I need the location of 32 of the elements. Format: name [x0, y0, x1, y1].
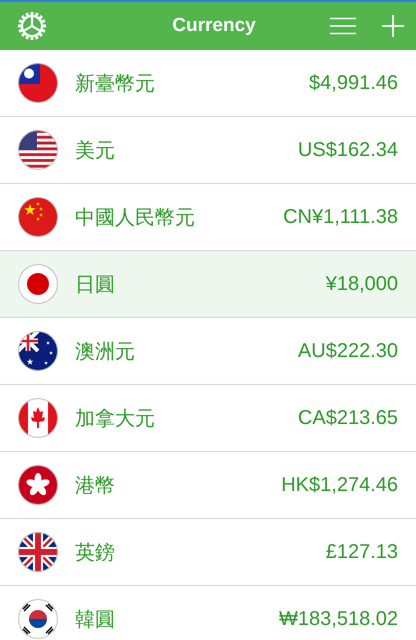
currency-amount: $4,991.46 [309, 72, 398, 94]
currency-name: 新臺幣元 [75, 72, 156, 96]
currency-name: 美元 [75, 138, 116, 164]
flag-icon [18, 599, 58, 639]
flag-icon [18, 130, 58, 170]
currency-name: 韓圓 [75, 608, 116, 632]
flag-icon [18, 197, 58, 237]
currency-amount: US$162.34 [298, 138, 398, 162]
header-title: Currency [171, 15, 257, 37]
flag-icon [18, 63, 58, 103]
currency-name: 加拿大元 [75, 406, 156, 432]
flag-icon [18, 465, 58, 505]
currency-name: 日圓 [75, 272, 116, 298]
currency-name: 港幣 [75, 474, 116, 498]
add-icon[interactable] [382, 15, 404, 37]
currency-amount: CA$213.65 [298, 406, 398, 430]
currency-amount: ¥18,000 [326, 272, 398, 296]
currency-name: 中國人民幣元 [75, 206, 196, 230]
currency-amount: ₩183,518.02 [279, 608, 398, 630]
currency-name: 澳洲元 [75, 340, 136, 364]
currency-name: 英鎊 [75, 540, 116, 566]
menu-icon[interactable] [330, 17, 356, 35]
settings-icon[interactable] [16, 10, 48, 42]
flag-icon [18, 398, 58, 438]
currency-row[interactable]: 日圓 ¥18,000 [0, 251, 416, 318]
currency-amount: AU$222.30 [298, 340, 398, 362]
flag-icon [18, 264, 58, 304]
flag-icon [18, 532, 58, 572]
currency-amount: £127.13 [326, 540, 398, 564]
currency-amount: HK$1,274.46 [281, 474, 398, 496]
flag-icon [18, 331, 58, 371]
currency-amount: CN¥1,111.38 [283, 206, 398, 228]
